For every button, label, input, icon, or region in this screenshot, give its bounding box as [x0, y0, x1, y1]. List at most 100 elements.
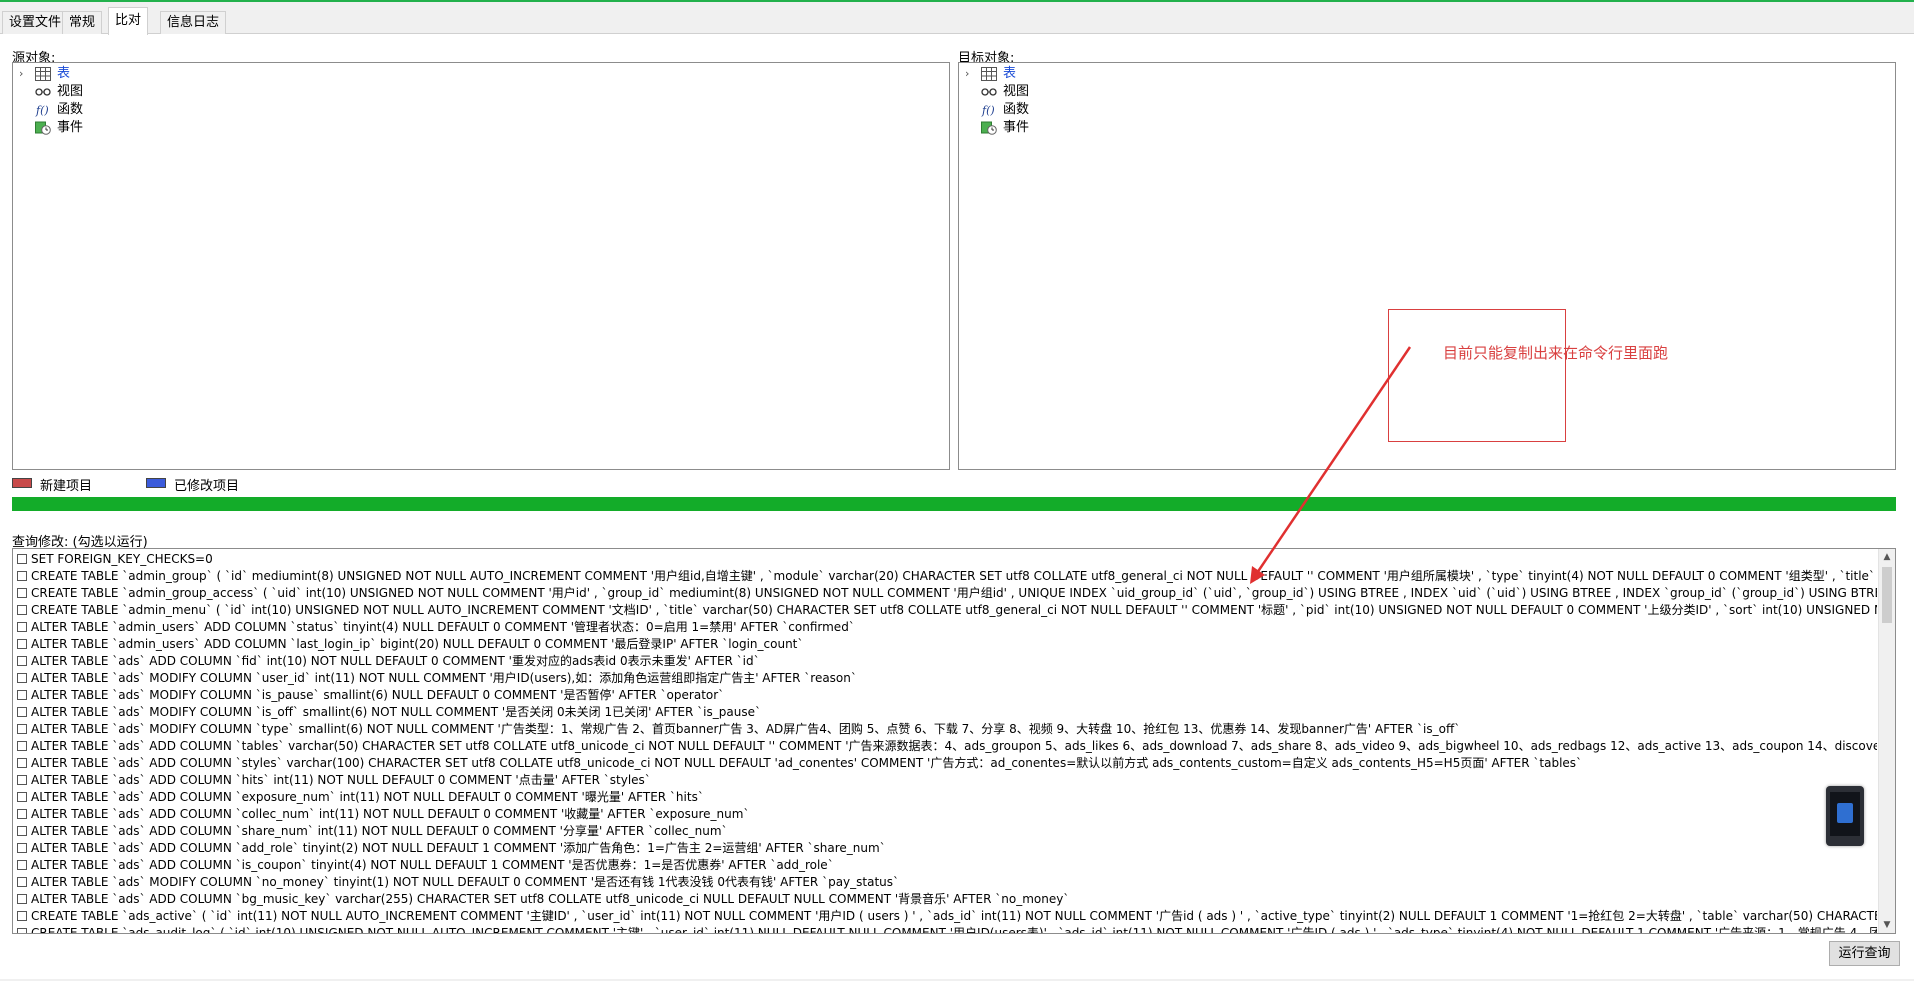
- query-row-checkbox[interactable]: [17, 588, 27, 598]
- query-list: SET FOREIGN_KEY_CHECKS=0 CREATE TABLE `ad…: [13, 551, 1877, 934]
- query-row-checkbox[interactable]: [17, 758, 27, 768]
- query-row[interactable]: ALTER TABLE `ads` MODIFY COLUMN `type` s…: [13, 721, 1877, 738]
- vertical-scrollbar[interactable]: ▲ ▼: [1878, 549, 1895, 933]
- query-row-text: CREATE TABLE `ads_active` ( `id` int(11)…: [31, 909, 1877, 923]
- query-row-text: ALTER TABLE `ads` MODIFY COLUMN `type` s…: [31, 722, 1461, 736]
- scrollbar-thumb[interactable]: [1882, 567, 1892, 623]
- query-row-checkbox[interactable]: [17, 639, 27, 649]
- query-row-checkbox[interactable]: [17, 571, 27, 581]
- query-row-checkbox[interactable]: [17, 605, 27, 615]
- query-row-text: ALTER TABLE `admin_users` ADD COLUMN `la…: [31, 637, 804, 651]
- query-row-text: ALTER TABLE `ads` ADD COLUMN `bg_music_k…: [31, 892, 1070, 906]
- query-row-text: ALTER TABLE `admin_users` ADD COLUMN `st…: [31, 620, 855, 634]
- query-row[interactable]: CREATE TABLE `admin_group` ( `id` medium…: [13, 568, 1877, 585]
- query-row[interactable]: ALTER TABLE `ads` ADD COLUMN `fid` int(1…: [13, 653, 1877, 670]
- table-icon: [981, 67, 997, 81]
- tree-item-label: 函数: [1003, 102, 1030, 117]
- tree-item-views[interactable]: 视图: [981, 83, 1029, 101]
- tab-compare[interactable]: 比对: [108, 7, 149, 35]
- query-list-box[interactable]: SET FOREIGN_KEY_CHECKS=0 CREATE TABLE `ad…: [12, 548, 1896, 934]
- query-row-text: CREATE TABLE `ads_audit_log` ( `id` int(…: [31, 926, 1877, 934]
- chevron-right-icon[interactable]: ›: [19, 68, 29, 80]
- query-row[interactable]: CREATE TABLE `ads_active` ( `id` int(11)…: [13, 908, 1877, 925]
- query-row[interactable]: ALTER TABLE `ads` ADD COLUMN `tables` va…: [13, 738, 1877, 755]
- query-row-checkbox[interactable]: [17, 928, 27, 933]
- tab-message-log[interactable]: 信息日志: [160, 11, 227, 34]
- table-icon: [35, 67, 51, 81]
- query-row-checkbox[interactable]: [17, 860, 27, 870]
- query-row-text: CREATE TABLE `admin_group_access` ( `uid…: [31, 586, 1877, 600]
- query-row-text: ALTER TABLE `ads` ADD COLUMN `collec_num…: [31, 807, 750, 821]
- scroll-up-icon[interactable]: ▲: [1882, 551, 1892, 563]
- query-row[interactable]: ALTER TABLE `ads` MODIFY COLUMN `is_paus…: [13, 687, 1877, 704]
- compare-progress-bar: [12, 497, 1896, 511]
- query-row-text: ALTER TABLE `ads` ADD COLUMN `styles` va…: [31, 756, 1583, 770]
- view-icon: [981, 88, 997, 96]
- query-row-checkbox[interactable]: [17, 911, 27, 921]
- query-row-checkbox[interactable]: [17, 622, 27, 632]
- query-row-checkbox[interactable]: [17, 894, 27, 904]
- tree-item-label: 表: [57, 66, 71, 81]
- query-row[interactable]: CREATE TABLE `ads_audit_log` ( `id` int(…: [13, 925, 1877, 934]
- query-row[interactable]: ALTER TABLE `ads` MODIFY COLUMN `is_off`…: [13, 704, 1877, 721]
- query-row-checkbox[interactable]: [17, 877, 27, 887]
- phone-widget-icon[interactable]: [1826, 786, 1864, 846]
- svg-text:f(): f(): [981, 104, 995, 117]
- tree-item-functions[interactable]: f() 函数: [981, 101, 1029, 119]
- query-row-text: ALTER TABLE `ads` ADD COLUMN `add_role` …: [31, 841, 886, 855]
- tree-item-views[interactable]: 视图: [35, 83, 83, 101]
- tree-item-tables[interactable]: 表: [35, 65, 70, 83]
- query-row-checkbox[interactable]: [17, 843, 27, 853]
- query-row[interactable]: ALTER TABLE `ads` ADD COLUMN `bg_music_k…: [13, 891, 1877, 908]
- query-row[interactable]: ALTER TABLE `ads` ADD COLUMN `styles` va…: [13, 755, 1877, 772]
- query-row-checkbox[interactable]: [17, 554, 27, 564]
- query-row[interactable]: ALTER TABLE `ads` ADD COLUMN `is_coupon`…: [13, 857, 1877, 874]
- query-row[interactable]: ALTER TABLE `ads` ADD COLUMN `share_num`…: [13, 823, 1877, 840]
- tree-item-events[interactable]: 事件: [35, 119, 83, 137]
- query-row-text: ALTER TABLE `ads` ADD COLUMN `fid` int(1…: [31, 654, 760, 668]
- query-row-text: ALTER TABLE `ads` ADD COLUMN `is_coupon`…: [31, 858, 834, 872]
- query-row[interactable]: ALTER TABLE `ads` ADD COLUMN `hits` int(…: [13, 772, 1877, 789]
- query-row[interactable]: ALTER TABLE `admin_users` ADD COLUMN `st…: [13, 619, 1877, 636]
- query-row-checkbox[interactable]: [17, 656, 27, 666]
- query-row[interactable]: CREATE TABLE `admin_menu` ( `id` int(10)…: [13, 602, 1877, 619]
- chevron-right-icon[interactable]: ›: [965, 68, 975, 80]
- query-row-checkbox[interactable]: [17, 673, 27, 683]
- query-row-checkbox[interactable]: [17, 809, 27, 819]
- scroll-down-icon[interactable]: ▼: [1882, 919, 1892, 931]
- legend-new-label: 新建项目: [40, 479, 93, 494]
- query-row-checkbox[interactable]: [17, 775, 27, 785]
- tree-item-label: 视图: [57, 84, 84, 99]
- source-objects-tree[interactable]: › 表 视图 f() 函数 事件: [12, 62, 950, 470]
- tab-settings-file[interactable]: 设置文件: [2, 11, 69, 34]
- query-row[interactable]: ALTER TABLE `ads` ADD COLUMN `collec_num…: [13, 806, 1877, 823]
- query-row[interactable]: ALTER TABLE `ads` MODIFY COLUMN `user_id…: [13, 670, 1877, 687]
- query-row[interactable]: SET FOREIGN_KEY_CHECKS=0: [13, 551, 1877, 568]
- query-row-checkbox[interactable]: [17, 826, 27, 836]
- query-row-checkbox[interactable]: [17, 707, 27, 717]
- tab-general[interactable]: 常规: [62, 11, 103, 34]
- tree-item-tables[interactable]: 表: [981, 65, 1016, 83]
- query-row-checkbox[interactable]: [17, 792, 27, 802]
- query-row[interactable]: ALTER TABLE `ads` ADD COLUMN `add_role` …: [13, 840, 1877, 857]
- tree-item-label: 事件: [57, 120, 84, 135]
- query-row-text: ALTER TABLE `ads` ADD COLUMN `exposure_n…: [31, 790, 704, 804]
- query-row-checkbox[interactable]: [17, 690, 27, 700]
- tree-item-functions[interactable]: f() 函数: [35, 101, 83, 119]
- legend-modified-label: 已修改项目: [174, 479, 240, 494]
- query-row[interactable]: CREATE TABLE `admin_group_access` ( `uid…: [13, 585, 1877, 602]
- query-row-text: ALTER TABLE `ads` MODIFY COLUMN `is_off`…: [31, 705, 761, 719]
- query-row-text: ALTER TABLE `ads` MODIFY COLUMN `is_paus…: [31, 688, 725, 702]
- query-row-checkbox[interactable]: [17, 741, 27, 751]
- annotation-text: 目前只能复制出来在命令行里面跑: [1443, 344, 1669, 362]
- query-row[interactable]: ALTER TABLE `ads` MODIFY COLUMN `no_mone…: [13, 874, 1877, 891]
- event-icon: [981, 121, 997, 135]
- tree-item-events[interactable]: 事件: [981, 119, 1029, 137]
- query-row[interactable]: ALTER TABLE `admin_users` ADD COLUMN `la…: [13, 636, 1877, 653]
- query-row[interactable]: ALTER TABLE `ads` ADD COLUMN `exposure_n…: [13, 789, 1877, 806]
- query-row-checkbox[interactable]: [17, 724, 27, 734]
- query-row-text: ALTER TABLE `ads` MODIFY COLUMN `no_mone…: [31, 875, 900, 889]
- tree-item-label: 视图: [1003, 84, 1030, 99]
- function-icon: f(): [981, 104, 995, 117]
- run-query-button[interactable]: 运行查询: [1829, 941, 1900, 966]
